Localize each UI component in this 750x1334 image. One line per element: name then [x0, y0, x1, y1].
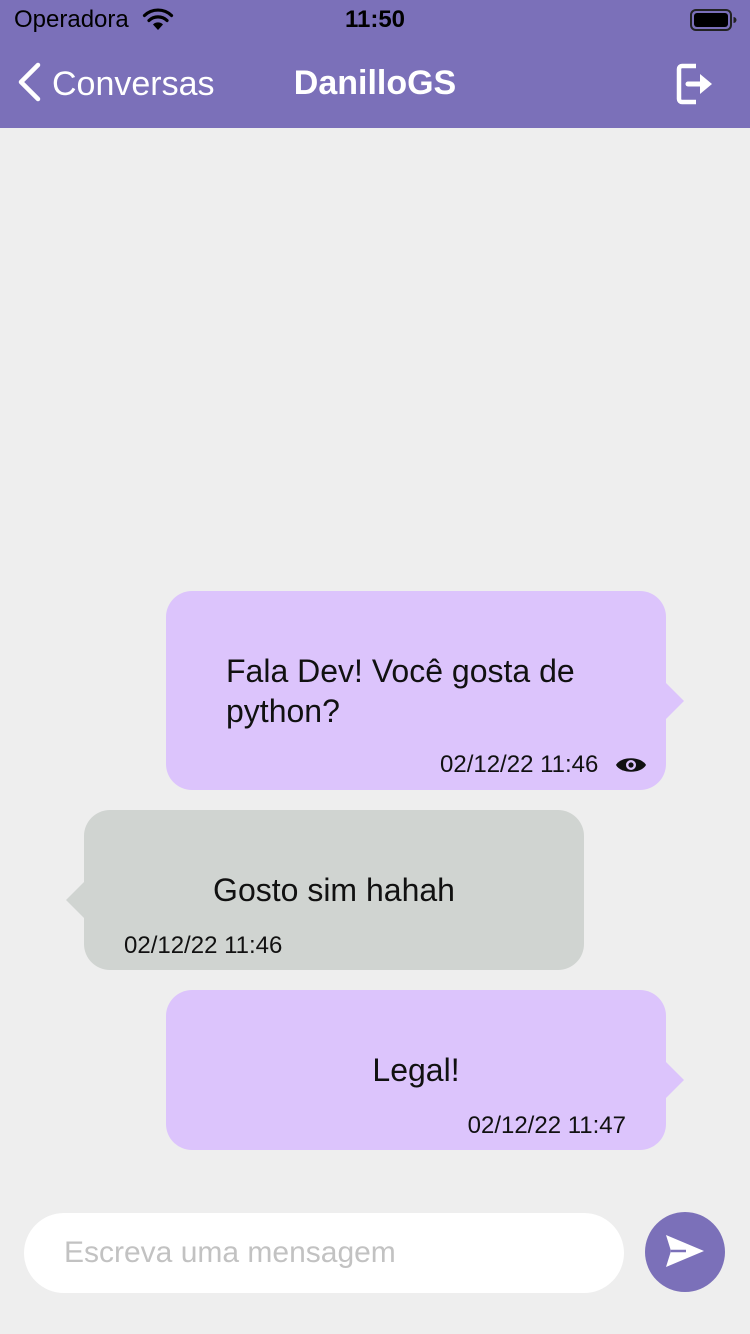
- header-bar: Operadora 11:50 Conversas DanilloGS: [0, 0, 750, 128]
- message-input[interactable]: [24, 1213, 624, 1293]
- send-button[interactable]: [645, 1212, 725, 1292]
- message-bubble-received[interactable]: Gosto sim hahah 02/12/22 11:46: [66, 810, 584, 970]
- message-text: Legal!: [372, 1052, 460, 1088]
- message-bubble-sent[interactable]: Fala Dev! Você gosta de python? 02/12/22…: [166, 591, 684, 790]
- page-title: DanilloGS: [293, 64, 457, 102]
- message-timestamp: 02/12/22 11:46: [440, 751, 599, 778]
- status-time: 11:50: [344, 6, 406, 33]
- message-timestamp: 02/12/22 11:47: [467, 1112, 626, 1139]
- send-icon: [664, 1233, 706, 1272]
- battery-icon: [690, 8, 738, 37]
- eye-icon: [615, 754, 647, 781]
- message-bubble-sent[interactable]: Legal! 02/12/22 11:47: [166, 990, 684, 1150]
- message-text: Fala Dev! Você gosta de python?: [226, 653, 575, 729]
- logout-button[interactable]: [676, 62, 716, 111]
- bubble-tail: [666, 1062, 684, 1098]
- logout-icon: [676, 63, 716, 110]
- bubble-tail: [66, 882, 84, 918]
- message-text: Gosto sim hahah: [213, 872, 455, 908]
- message-timestamp: 02/12/22 11:46: [124, 932, 283, 959]
- bubble-tail: [666, 683, 684, 719]
- chat-screen: Operadora 11:50 Conversas DanilloGS Fala…: [0, 0, 750, 1334]
